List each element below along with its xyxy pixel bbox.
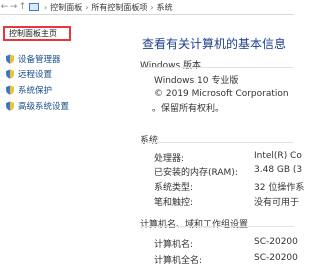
section-header-windows-edition: Windows 版本 [140,61,202,71]
windows-edition-value: Windows 10 专业版 [154,76,239,86]
home-link-highlight[interactable]: 控制面板主页 [3,26,71,41]
full-computer-name-value: SC-20200 [254,253,298,263]
ram-label: 已安装的内存(RAM): [154,168,238,178]
task-advanced-system-settings[interactable]: 高级系统设置 [5,100,69,112]
page-title: 查看有关计算机的基本信息 [142,37,287,51]
forward-arrow-icon[interactable]: → [9,2,18,12]
task-label: 设备管理器 [18,55,61,65]
divider [140,226,294,227]
pen-touch-label: 笔和触控: [154,198,194,208]
shield-icon [6,54,14,64]
breadcrumb-all-items[interactable]: 所有控制面板项 [91,2,147,13]
processor-value: Intel(R) Co [254,151,302,161]
full-computer-name-label: 计算机全名: [154,256,203,266]
task-system-protection[interactable]: 系统保护 [5,84,52,96]
computer-name-value: SC-20200 [254,237,298,247]
task-remote-settings[interactable]: 远程设置 [5,68,52,80]
shield-icon [6,85,14,95]
address-bar[interactable]: ← → ↑ › 控制面板 › 所有控制面板项 › 系统 [0,0,294,15]
shield-icon [6,101,14,111]
computer-name-label: 计算机名: [154,240,194,250]
system-type-value: 32 位操作系 [254,183,305,193]
task-label: 远程设置 [18,70,53,80]
system-type-label: 系统类型: [154,183,194,193]
breadcrumb-control-panel[interactable]: 控制面板 [50,2,82,13]
back-arrow-icon[interactable]: ← [0,2,9,12]
breadcrumb-system[interactable]: 系统 [157,2,173,13]
divider [140,67,294,68]
rights-text: 。保留所有权利。 [152,104,225,114]
task-device-manager[interactable]: 设备管理器 [5,53,61,65]
processor-label: 处理器: [154,154,185,164]
control-panel-home-link[interactable]: 控制面板主页 [9,28,57,39]
chevron-right-icon: › [85,2,89,12]
shield-icon [6,69,14,79]
task-label: 系统保护 [18,86,53,96]
main-content: 查看有关计算机的基本信息 Windows 版本 Windows 10 专业版 ©… [112,15,304,266]
task-label: 高级系统设置 [18,102,70,112]
pen-touch-value: 没有可用于 [254,198,300,208]
up-arrow-icon[interactable]: ↑ [18,2,27,12]
left-task-pane: 控制面板主页 设备管理器 远程设置 系统保护 高级系统设置 [0,15,112,261]
chevron-right-icon: › [44,2,48,12]
ram-value: 3.48 GB (3 [254,165,303,175]
divider [140,142,294,143]
section-header-computer-name: 计算机名、域和工作组设置 [140,220,249,230]
section-header-system: 系统 [140,136,159,146]
copyright-text: © 2019 Microsoft Corporation [154,89,289,99]
chevron-right-icon: › [150,2,154,12]
control-panel-icon [29,3,39,11]
